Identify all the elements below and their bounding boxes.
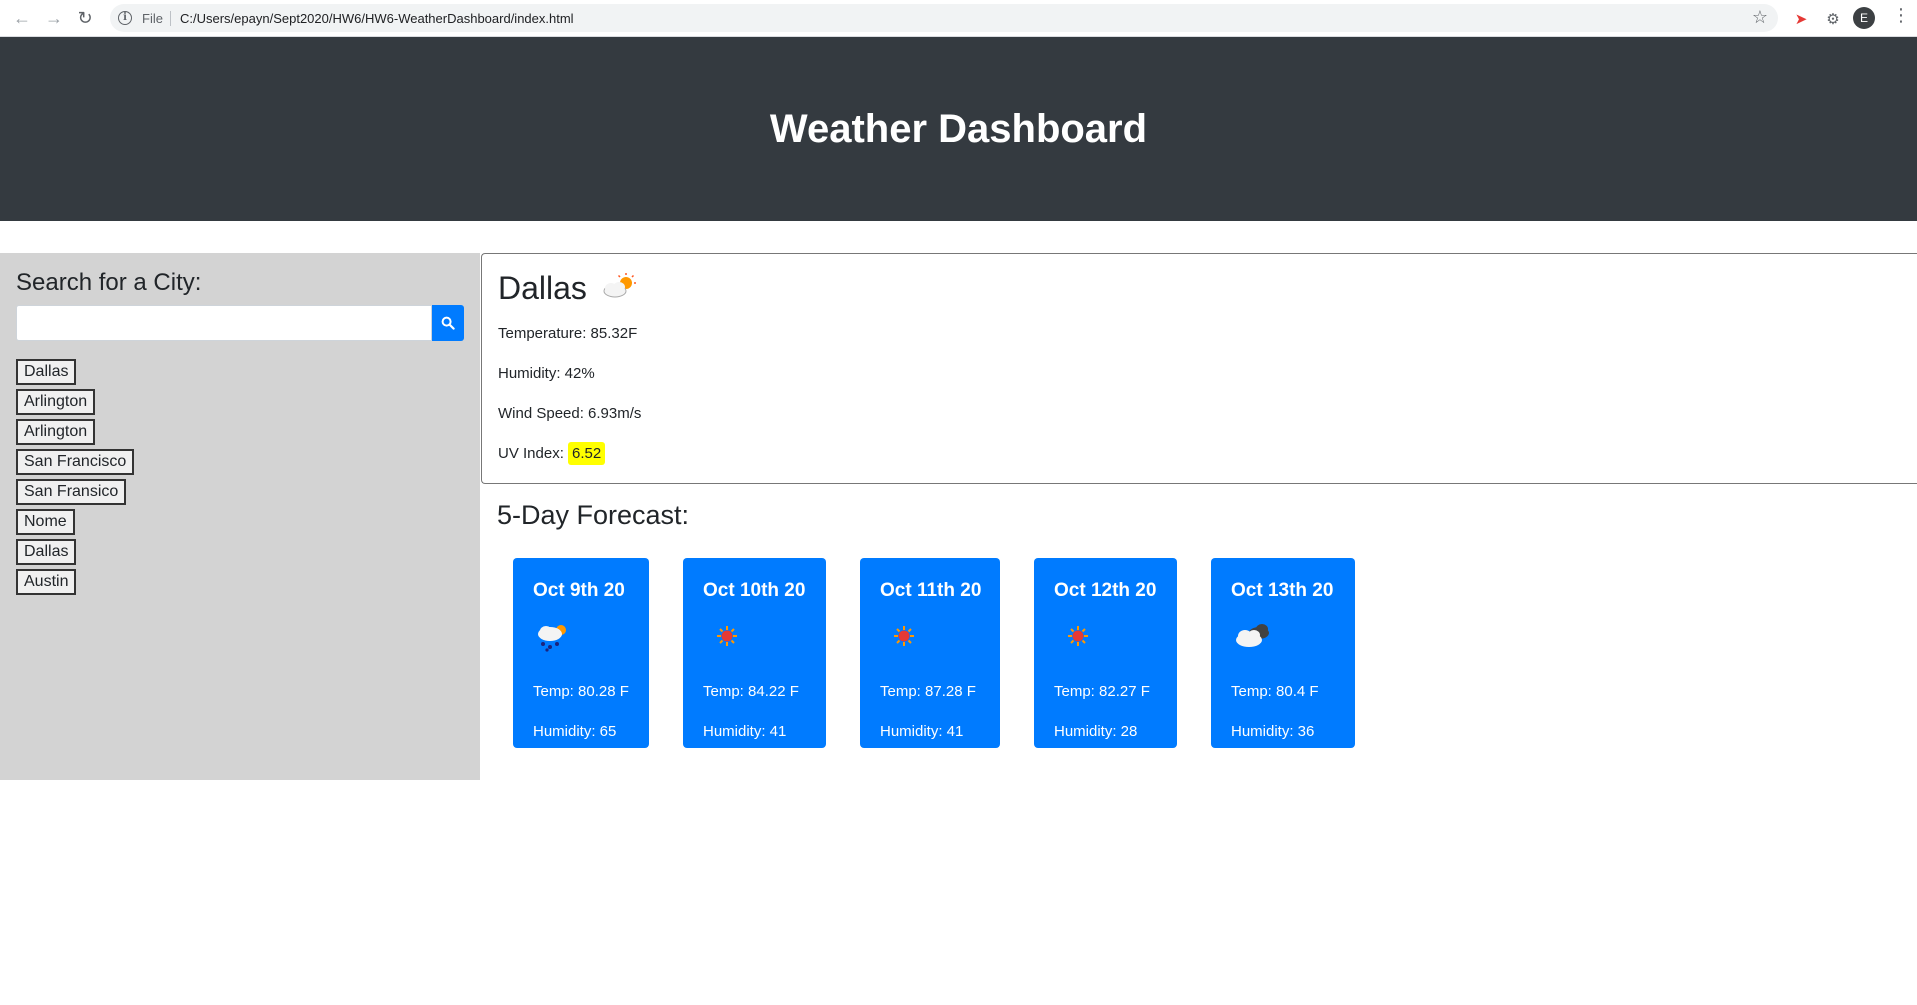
file-label: File [142, 11, 163, 26]
forecast-temp: Temp: 87.28 F [880, 683, 976, 700]
avatar[interactable]: E [1853, 7, 1875, 29]
cloudy-icon [1231, 620, 1275, 657]
current-weather-card: Dallas Temperature: 85.32F Humidity: 42%… [481, 253, 1917, 484]
forecast-card: Oct 11th 20 Temp: 87.28 F Humidity: 41 [860, 558, 1000, 748]
forecast-temp: Temp: 84.22 F [703, 683, 799, 700]
search-history: Dallas Arlington Arlington San Francisco… [16, 359, 135, 599]
forecast-humidity: Humidity: 36 [1231, 723, 1315, 740]
forecast-date: Oct 12th 20 [1054, 580, 1157, 601]
forecast-temp: Temp: 80.28 F [533, 683, 629, 700]
search-input[interactable] [16, 305, 432, 341]
sidebar: Search for a City: Dallas Arlington Arli… [0, 253, 480, 780]
address-bar[interactable]: i File C:/Users/epayn/Sept2020/HW6/HW6-W… [110, 4, 1778, 32]
history-city-button[interactable]: Arlington [16, 419, 96, 445]
reload-icon[interactable]: ↻ [73, 6, 97, 30]
forecast-date: Oct 13th 20 [1231, 580, 1334, 601]
forward-icon[interactable]: → [42, 6, 66, 30]
browser-toolbar: ← → ↻ i File C:/Users/epayn/Sept2020/HW6… [0, 0, 1917, 37]
forecast-card: Oct 12th 20 Temp: 82.27 F Humidity: 28 [1034, 558, 1177, 748]
divider [170, 11, 171, 26]
info-icon[interactable]: i [118, 11, 132, 25]
uv-index-row: UV Index: 6.52 [498, 442, 606, 465]
uv-index-label: UV Index: [498, 445, 569, 462]
history-city-button[interactable]: San Francisco [16, 449, 135, 475]
search-button[interactable] [432, 305, 464, 341]
forecast-card: Oct 9th 20 Temp: 80.28 F Humidity: 65 [513, 558, 649, 748]
forecast-humidity: Humidity: 28 [1054, 723, 1138, 740]
sun-icon [703, 620, 743, 657]
page-header: Weather Dashboard [0, 37, 1917, 221]
forecast-date: Oct 10th 20 [703, 580, 806, 601]
city-name: Dallas [498, 270, 587, 306]
forecast-humidity: Humidity: 41 [880, 723, 964, 740]
uv-index-badge: 6.52 [568, 442, 606, 465]
rain-icon [533, 620, 573, 657]
forecast-title: 5-Day Forecast: [497, 500, 690, 530]
extension-icon[interactable]: ➤ [1790, 8, 1812, 30]
search-icon [441, 316, 455, 330]
history-city-button[interactable]: Dallas [16, 359, 77, 385]
forecast-card: Oct 10th 20 Temp: 84.22 F Humidity: 41 [683, 558, 826, 748]
forecast-humidity: Humidity: 65 [533, 723, 617, 740]
forecast-date: Oct 11th 20 [880, 580, 982, 601]
forecast-humidity: Humidity: 41 [703, 723, 787, 740]
partly-cloudy-icon [599, 271, 639, 306]
wind-speed-text: Wind Speed: 6.93m/s [498, 405, 642, 422]
sun-icon [880, 620, 920, 657]
puzzle-icon[interactable]: ⚙ [1822, 8, 1844, 30]
history-city-button[interactable]: Arlington [16, 389, 96, 415]
history-city-button[interactable]: Dallas [16, 539, 77, 565]
forecast-temp: Temp: 80.4 F [1231, 683, 1319, 700]
history-city-button[interactable]: Austin [16, 569, 77, 595]
more-menu-icon[interactable]: ⋮ [1892, 5, 1910, 26]
url-text[interactable]: C:/Users/epayn/Sept2020/HW6/HW6-WeatherD… [180, 11, 574, 26]
search-row [16, 305, 464, 343]
city-title-row: Dallas [498, 270, 1901, 307]
forecast-card: Oct 13th 20 Temp: 80.4 F Humidity: 36 [1211, 558, 1355, 748]
sun-icon [1054, 620, 1094, 657]
history-city-button[interactable]: Nome [16, 509, 75, 535]
humidity-text: Humidity: 42% [498, 365, 595, 382]
back-icon[interactable]: ← [10, 6, 34, 30]
forecast-date: Oct 9th 20 [533, 580, 625, 601]
search-heading: Search for a City: [16, 269, 202, 296]
page-title: Weather Dashboard [769, 106, 1148, 151]
temperature-text: Temperature: 85.32F [498, 325, 638, 342]
bookmark-star-icon[interactable]: ☆ [1752, 7, 1768, 28]
history-city-button[interactable]: San Fransico [16, 479, 127, 505]
forecast-temp: Temp: 82.27 F [1054, 683, 1150, 700]
